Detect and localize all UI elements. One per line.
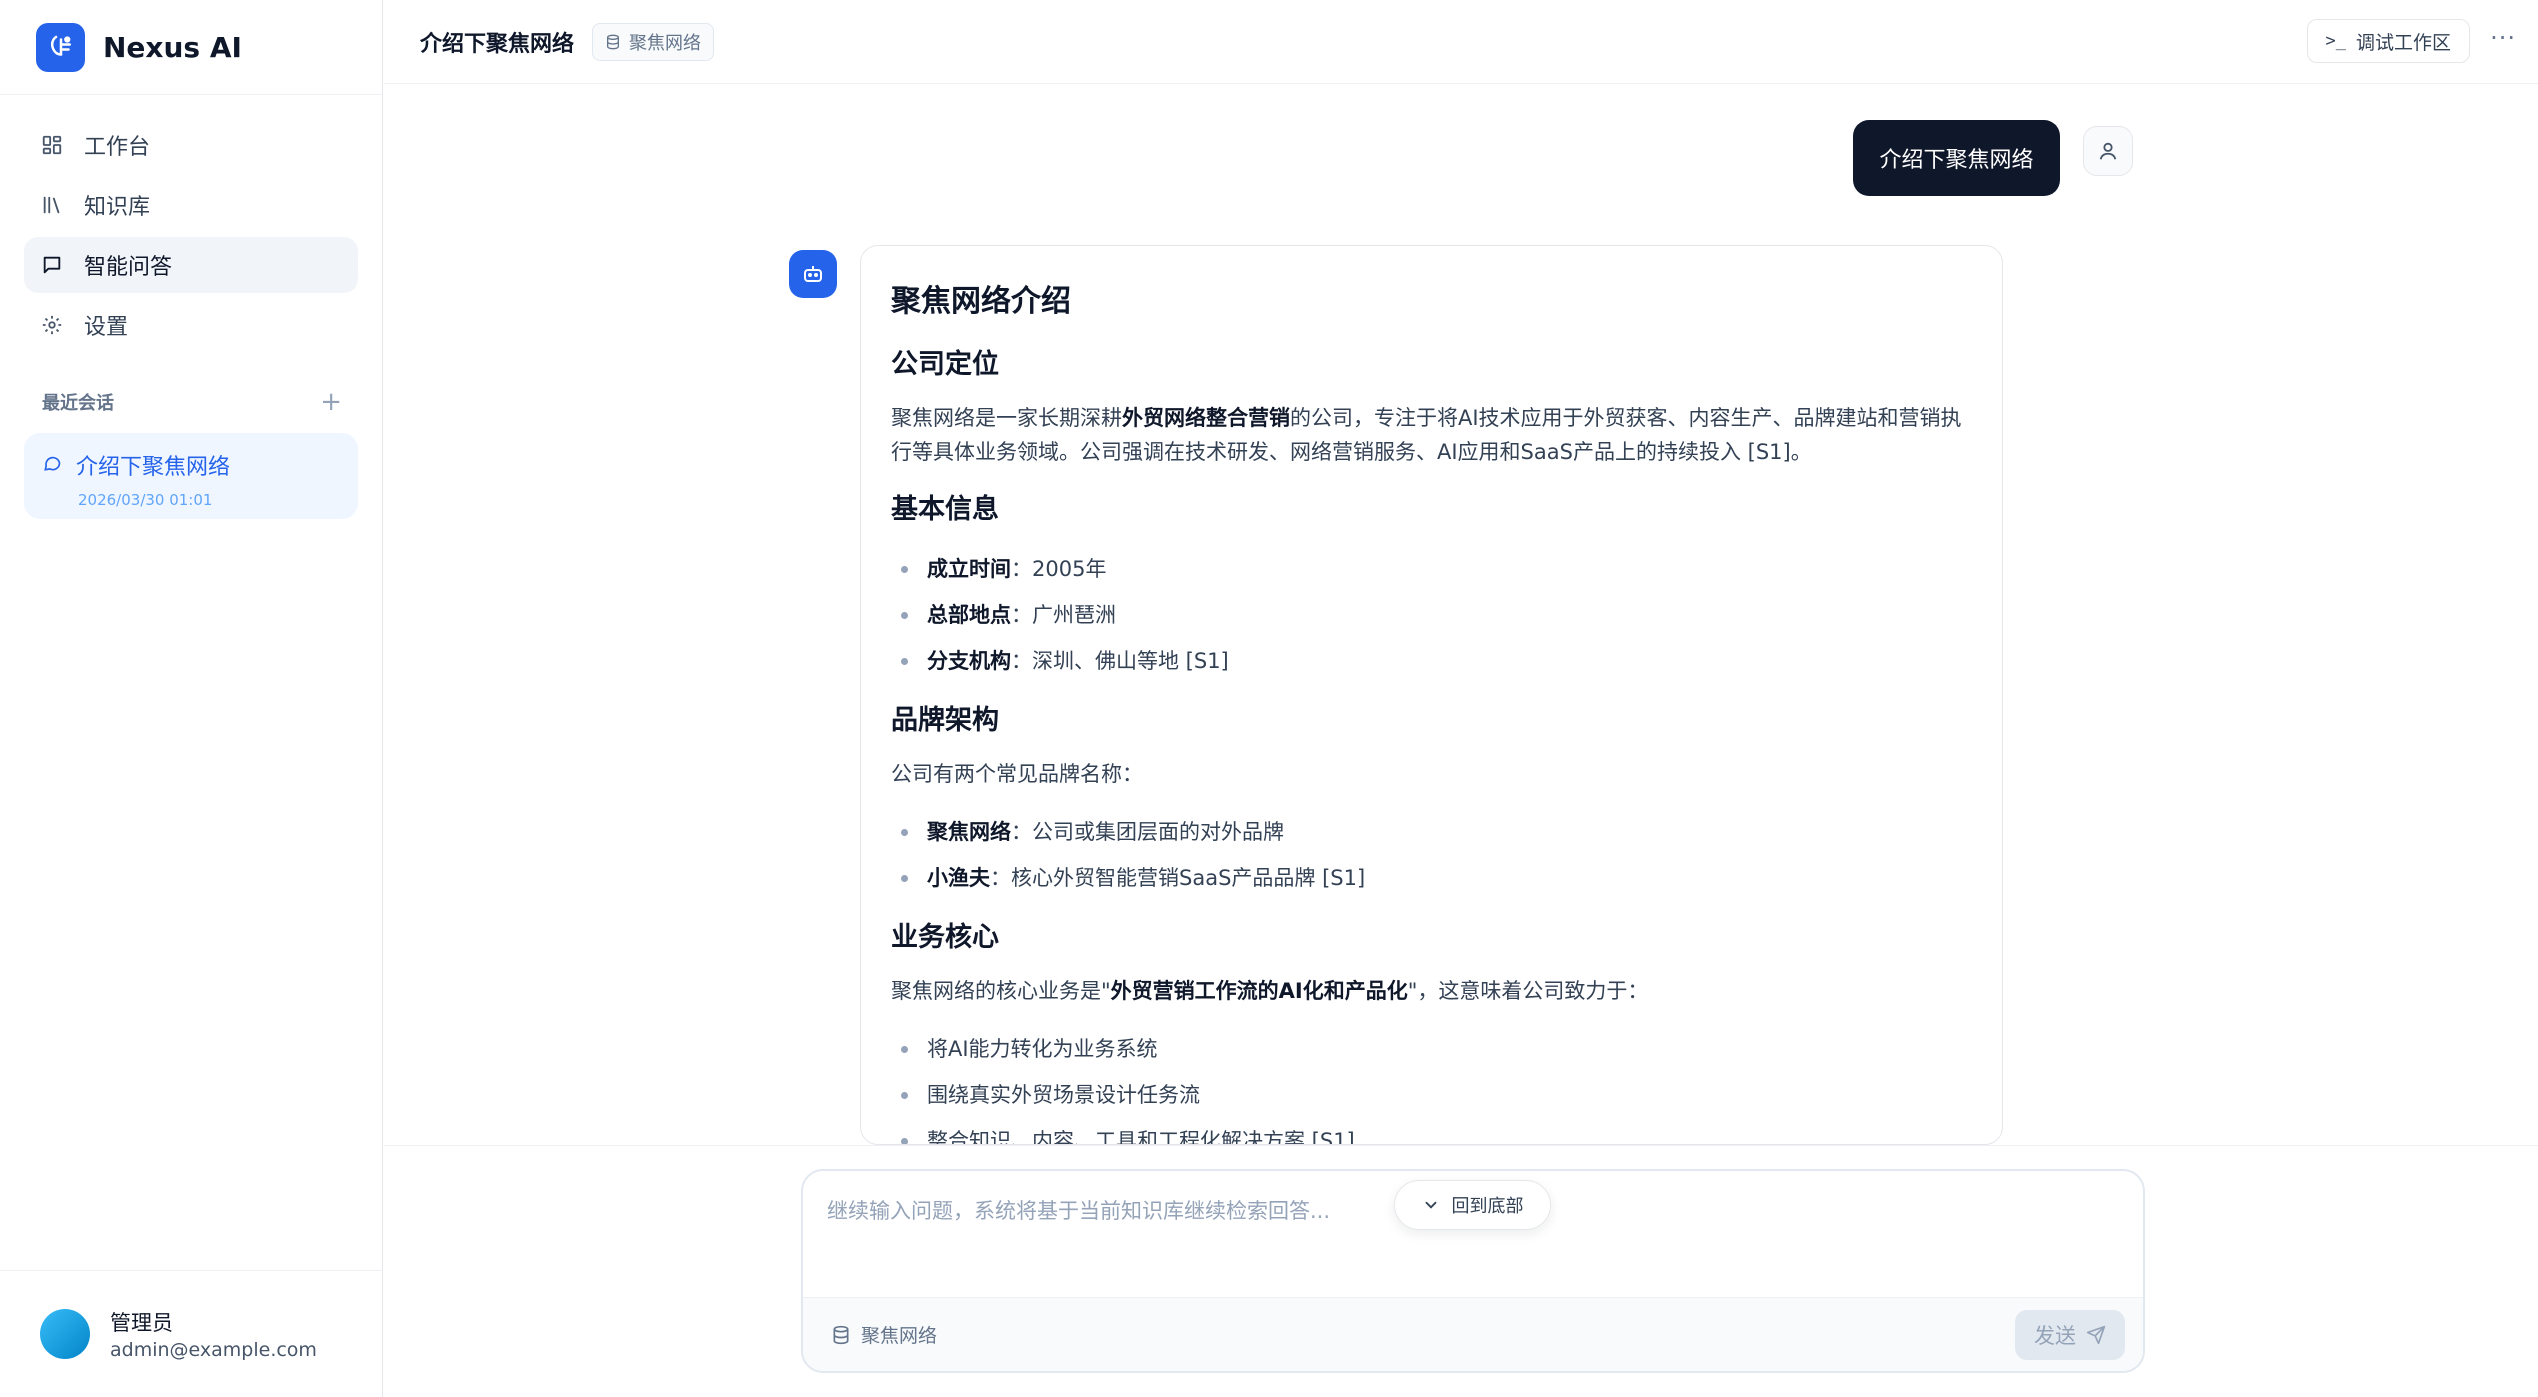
brand-list: 聚焦网络：公司或集团层面的对外品牌 小渔夫：核心外贸智能营销SaaS产品品牌 [… <box>891 809 1972 901</box>
section-heading-positioning: 公司定位 <box>891 349 999 380</box>
positioning-paragraph: 聚焦网络是一家长期深耕外贸网络整合营销的公司，专注于将AI技术应用于外贸获客、内… <box>891 406 1962 464</box>
conversation-title: 介绍下聚焦网络 <box>76 455 231 480</box>
section-heading-core-business: 业务核心 <box>891 922 999 953</box>
dashboard-icon <box>40 133 64 157</box>
nav-item-knowledge-base[interactable]: 知识库 <box>24 177 358 233</box>
send-button[interactable]: 发送 <box>2015 1310 2125 1360</box>
main-nav: 工作台 知识库 智能问答 设置 <box>0 95 382 353</box>
conversation-chat-icon <box>42 453 62 477</box>
sidebar: Nexus AI 工作台 知识库 智能问答 设置 最近会话 + 介绍下聚焦网络 … <box>0 0 383 1397</box>
recent-conversations-title: 最近会话 <box>42 393 114 414</box>
conversation-time: 2026/03/30 01:01 <box>78 491 213 509</box>
nav-label-settings: 设置 <box>84 315 129 340</box>
list-item: 聚焦网络：公司或集团层面的对外品牌 <box>891 809 1972 855</box>
recent-conversations-header: 最近会话 + <box>0 387 382 417</box>
debug-workspace-button[interactable]: >_ 调试工作区 <box>2306 19 2470 63</box>
list-item: 成立时间：2005年 <box>891 546 1972 592</box>
assistant-answer-card: 聚焦网络介绍 公司定位 聚焦网络是一家长期深耕外贸网络整合营销的公司，专注于将A… <box>860 245 2003 1145</box>
debug-workspace-label: 调试工作区 <box>2355 31 2451 54</box>
page-title: 介绍下聚焦网络 <box>420 31 575 57</box>
nexus-logo-icon <box>36 22 85 72</box>
conversation-item[interactable]: 介绍下聚焦网络 2026/03/30 01:01 <box>24 433 358 519</box>
composer-knowledge-base-label: 聚焦网络 <box>861 1325 938 1347</box>
list-item: 整合知识、内容、工具和工程化解决方案 [S1] <box>891 1118 1972 1144</box>
user-email: admin@example.com <box>110 1339 317 1361</box>
new-conversation-plus-icon[interactable]: + <box>320 389 342 415</box>
scroll-to-bottom-label: 回到底部 <box>1451 1196 1524 1217</box>
chat-icon <box>40 253 64 277</box>
more-options-icon[interactable]: ··· <box>2490 26 2516 50</box>
knowledge-base-tag-label: 聚焦网络 <box>629 32 702 54</box>
send-icon <box>2086 1325 2106 1345</box>
list-item: 小渔夫：核心外贸智能营销SaaS产品品牌 [S1] <box>891 855 1972 901</box>
brand-name: Nexus AI <box>103 30 242 64</box>
section-heading-brand: 品牌架构 <box>891 705 999 736</box>
composer-toolbar: 聚焦网络 发送 <box>803 1297 2143 1371</box>
nav-label-qa: 智能问答 <box>84 255 173 280</box>
nav-label-knowledge-base: 知识库 <box>84 195 151 220</box>
database-icon <box>833 1325 849 1344</box>
knowledge-base-tag[interactable]: 聚焦网络 <box>592 22 715 61</box>
gear-icon <box>40 313 64 337</box>
user-profile[interactable]: 管理员 admin@example.com <box>0 1270 383 1397</box>
nav-label-dashboard: 工作台 <box>84 135 151 160</box>
composer-divider <box>384 1145 2538 1146</box>
section-heading-basic-info: 基本信息 <box>891 494 999 525</box>
brand[interactable]: Nexus AI <box>0 0 382 95</box>
chevron-down-icon <box>1425 1201 1436 1209</box>
list-item: 将AI能力转化为业务系统 <box>891 1026 1972 1072</box>
chat-header: 介绍下聚焦网络 聚焦网络 >_ 调试工作区 ··· <box>384 0 2538 84</box>
user-avatar-icon <box>2083 126 2133 176</box>
avatar <box>40 1309 90 1359</box>
message-input[interactable]: 继续输入问题，系统将基于当前知识库继续检索回答... <box>827 1195 1330 1225</box>
user-message-bubble: 介绍下聚焦网络 <box>1853 120 2060 196</box>
nav-item-dashboard[interactable]: 工作台 <box>24 117 358 173</box>
scroll-to-bottom-button[interactable]: 回到底部 <box>1394 1180 1551 1230</box>
composer-knowledge-base-tag[interactable]: 聚焦网络 <box>831 1321 937 1348</box>
bot-avatar-icon <box>789 250 837 298</box>
nav-item-settings[interactable]: 设置 <box>24 297 358 353</box>
list-item: 围绕真实外贸场景设计任务流 <box>891 1072 1972 1118</box>
answer-title: 聚焦网络介绍 <box>891 284 1071 319</box>
basic-info-list: 成立时间：2005年 总部地点：广州琶洲 分支机构：深圳、佛山等地 [S1] <box>891 546 1972 684</box>
core-business-list: 将AI能力转化为业务系统 围绕真实外贸场景设计任务流 整合知识、内容、工具和工程… <box>891 1026 1972 1144</box>
database-icon <box>607 34 620 49</box>
list-item: 分支机构：深圳、佛山等地 [S1] <box>891 638 1972 684</box>
library-icon <box>40 193 64 217</box>
list-item: 总部地点：广州琶洲 <box>891 592 1972 638</box>
send-label: 发送 <box>2034 1324 2076 1348</box>
user-name: 管理员 <box>110 1311 173 1335</box>
nav-item-qa[interactable]: 智能问答 <box>24 237 358 293</box>
core-business-paragraph: 聚焦网络的核心业务是"外贸营销工作流的AI化和产品化"，这意味着公司致力于： <box>891 979 1649 1003</box>
brand-intro: 公司有两个常见品牌名称： <box>891 762 1143 786</box>
terminal-icon: >_ <box>2325 31 2346 51</box>
